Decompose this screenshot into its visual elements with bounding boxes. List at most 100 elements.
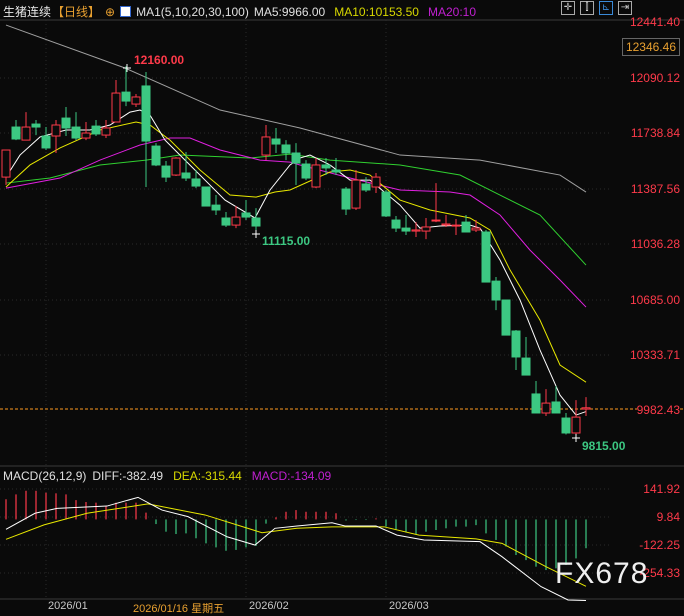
candle-down <box>141 85 151 142</box>
candle-down <box>251 217 261 227</box>
candle-up <box>1 149 11 178</box>
macd-diff-value: DIFF:-382.49 <box>92 469 164 483</box>
candle-down <box>291 152 301 164</box>
candle-down <box>381 191 391 217</box>
candle-down <box>391 219 401 229</box>
macd-axis-label: 141.92 <box>643 482 680 496</box>
candle-down <box>461 221 471 233</box>
candle-down <box>61 117 71 129</box>
indicator-chart-icon[interactable] <box>120 6 132 17</box>
candle-down <box>341 188 351 210</box>
ma5-value: MA5:9966.00 <box>253 4 326 19</box>
candle-up <box>451 224 461 227</box>
macd-axis-label: 9.84 <box>656 510 680 524</box>
candle-down <box>481 231 491 283</box>
price-axis-label: 11387.56 <box>630 182 680 196</box>
price-axis-label: 11738.84 <box>630 126 680 140</box>
x-label-jan: 2026/01 <box>48 600 88 612</box>
candle-up <box>351 179 361 209</box>
candle-down <box>321 164 331 169</box>
candle-down <box>301 163 311 179</box>
ma20-value: MA20:10 <box>427 4 476 19</box>
period-label[interactable]: 【日线】 <box>52 3 100 20</box>
chart-header: 生猪连续 【日线】 ⊕ MA1(5,10,20,30,100) MA5:9966… <box>3 3 476 20</box>
macd-name[interactable]: MACD(26,12,9) <box>3 469 86 483</box>
x-label-feb: 2026/02 <box>249 600 289 612</box>
candle-down <box>71 126 81 139</box>
candle-up <box>411 229 421 232</box>
ma-indicator-name[interactable]: MA1(5,10,20,30,100) <box>136 5 249 19</box>
candle-down <box>361 183 371 191</box>
candle-up <box>581 407 591 410</box>
macd-header: MACD(26,12,9) DIFF:-382.49 DEA:-315.44 M… <box>3 469 331 483</box>
candle-up <box>421 226 431 232</box>
cursor-mode-icon[interactable]: ⊾ <box>599 1 613 15</box>
symbol-name: 生猪连续 <box>3 5 52 19</box>
price-axis-label: 9982.43 <box>636 403 680 417</box>
candle-down <box>551 401 561 414</box>
candle-up <box>261 136 271 156</box>
candle-down <box>221 217 231 226</box>
candle-up <box>21 126 31 141</box>
candle-up <box>51 124 61 137</box>
candle-up <box>471 227 481 231</box>
candle-up <box>131 96 141 105</box>
candle-down <box>91 125 101 135</box>
high-annotation: 12160.00 <box>134 53 185 67</box>
candle-down <box>41 135 51 149</box>
high-marker-icon <box>123 64 131 72</box>
candle-up <box>111 92 121 123</box>
candle-down <box>201 186 211 207</box>
candle-up <box>231 216 241 226</box>
range-icon[interactable]: ⫿ <box>580 1 594 15</box>
candle-up <box>431 219 441 222</box>
low-annotation-2: 9815.00 <box>582 439 626 453</box>
candle-down <box>151 145 161 166</box>
candle-down <box>181 172 191 179</box>
candle-up <box>541 402 551 414</box>
candle-down <box>191 178 201 187</box>
candle-down <box>511 330 521 358</box>
candle-down <box>501 299 511 336</box>
candle-down <box>121 91 131 102</box>
price-axis-label: 11036.28 <box>630 237 680 251</box>
low-marker-icon <box>252 230 260 238</box>
crosshair-price-label: 12346.46 <box>621 38 680 56</box>
candle-up <box>101 127 111 136</box>
fx678-watermark: FX678 <box>555 557 649 590</box>
candle-up <box>441 223 451 226</box>
candle-down <box>561 417 571 434</box>
low-annotation-1: 11115.00 <box>262 234 311 248</box>
candle-up <box>371 176 381 188</box>
candle-up <box>81 132 91 139</box>
candle-down <box>531 393 541 414</box>
kline-chart[interactable] <box>0 0 684 613</box>
price-axis-label: 12441.40 <box>629 15 680 29</box>
chart-toolbar: ✛ ⫿ ⊾ ⇥ <box>561 1 632 15</box>
price-axis-label: 10333.71 <box>629 348 680 362</box>
candle-down <box>211 204 221 211</box>
candle-down <box>271 138 281 145</box>
candle-down <box>281 144 291 154</box>
price-axis-label: 12090.12 <box>629 71 680 85</box>
candle-down <box>161 165 171 178</box>
macd-value: MACD:-134.09 <box>251 469 332 483</box>
candle-up <box>571 416 581 434</box>
candle-down <box>491 280 501 301</box>
macd-dea-value: DEA:-315.44 <box>173 469 242 483</box>
exit-icon[interactable]: ⇥ <box>618 1 632 15</box>
price-axis-label: 10685.00 <box>629 293 680 307</box>
candle-down <box>401 227 411 232</box>
candle-down <box>521 357 531 376</box>
macd-axis-label: -122.25 <box>639 538 680 552</box>
candle-up <box>171 157 181 176</box>
low-marker-icon <box>572 434 580 442</box>
crosshair-toggle-icon[interactable]: ⊕ <box>105 5 115 19</box>
x-label-cursor-date: 2026/01/16 星期五 <box>133 603 225 615</box>
candle-up <box>311 164 321 188</box>
candle-down <box>31 123 41 128</box>
x-label-mar: 2026/03 <box>389 600 429 612</box>
ma10-value: MA10:10153.50 <box>334 4 419 19</box>
candle-down <box>241 212 251 218</box>
crosshair-icon[interactable]: ✛ <box>561 1 575 15</box>
